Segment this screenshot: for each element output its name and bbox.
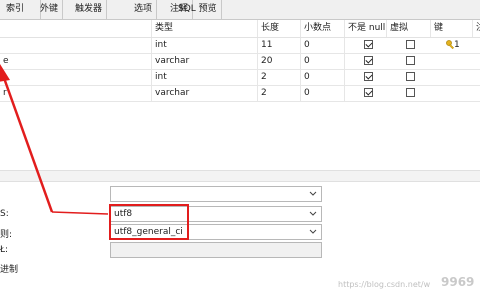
field-decimals-cell[interactable]: 0 — [301, 70, 345, 85]
watermark-site: 9969 — [441, 275, 475, 289]
tab-sql-preview[interactable]: SQL 预览 — [174, 0, 222, 19]
table-row[interactable]: int 11 0 1 — [0, 38, 480, 54]
table-row[interactable]: e varchar 20 0 — [0, 54, 480, 70]
field-type-cell[interactable]: int — [152, 70, 258, 85]
field-name-cell[interactable] — [0, 70, 152, 85]
collation-label: 则: — [0, 230, 13, 240]
field-length-cell[interactable]: 20 — [258, 54, 301, 69]
field-type-cell[interactable]: int — [152, 38, 258, 53]
table-header: 类型 长度 小数点 不是 null 虚拟 键 注 — [0, 20, 480, 38]
virtual-checkbox[interactable] — [406, 72, 415, 81]
column-header-virtual[interactable]: 虚拟 — [387, 20, 431, 37]
chevron-down-icon — [309, 191, 317, 196]
field-name-cell[interactable] — [0, 38, 152, 53]
not-null-checkbox[interactable] — [364, 56, 373, 65]
field-type-cell[interactable]: varchar — [152, 86, 258, 101]
field-name-cell[interactable]: r — [0, 86, 152, 101]
tab-indexes[interactable]: 索引 — [0, 0, 41, 19]
panel-divider — [0, 170, 480, 182]
tab-foreign-keys[interactable]: 外键 — [36, 0, 64, 19]
virtual-checkbox[interactable] — [406, 88, 415, 97]
field-length-cell[interactable]: 2 — [258, 86, 301, 101]
column-header-name — [0, 20, 152, 37]
charset-label: S: — [0, 209, 9, 219]
column-header-key[interactable]: 键 — [431, 20, 473, 37]
default-value-select[interactable] — [110, 186, 322, 202]
column-header-comment[interactable]: 注 — [473, 20, 480, 37]
field-length-cell[interactable]: 11 — [258, 38, 301, 53]
field-decimals-cell[interactable]: 0 — [301, 54, 345, 69]
key-order: 1 — [454, 40, 460, 50]
binary-label: 进制 — [0, 265, 19, 275]
tab-options[interactable]: 选项 — [130, 0, 158, 19]
field-type-cell[interactable]: varchar — [152, 54, 258, 69]
virtual-checkbox[interactable] — [406, 56, 415, 65]
column-header-type[interactable]: 类型 — [152, 20, 258, 37]
tab-bar: 索引 外键 触发器 选项 注释 SQL 预览 — [0, 0, 480, 20]
field-decimals-cell[interactable]: 0 — [301, 86, 345, 101]
key-length-field — [110, 242, 322, 258]
table-row[interactable]: int 2 0 — [0, 70, 480, 86]
key-length-label: Ł: — [0, 245, 9, 255]
chevron-down-icon — [309, 211, 317, 216]
not-null-checkbox[interactable] — [364, 40, 373, 49]
not-null-checkbox[interactable] — [364, 88, 373, 97]
column-header-not-null[interactable]: 不是 null — [345, 20, 387, 37]
column-header-decimals[interactable]: 小数点 — [301, 20, 345, 37]
tab-triggers[interactable]: 触发器 — [71, 0, 108, 19]
virtual-checkbox[interactable] — [406, 40, 415, 49]
table-row[interactable]: r varchar 2 0 — [0, 86, 480, 102]
watermark-url: https://blog.csdn.net/w — [338, 280, 431, 289]
field-decimals-cell[interactable]: 0 — [301, 38, 345, 53]
chevron-down-icon — [309, 229, 317, 234]
highlight-box — [109, 204, 189, 240]
not-null-checkbox[interactable] — [364, 72, 373, 81]
column-header-length[interactable]: 长度 — [258, 20, 301, 37]
field-name-cell[interactable]: e — [0, 54, 152, 69]
field-length-cell[interactable]: 2 — [258, 70, 301, 85]
